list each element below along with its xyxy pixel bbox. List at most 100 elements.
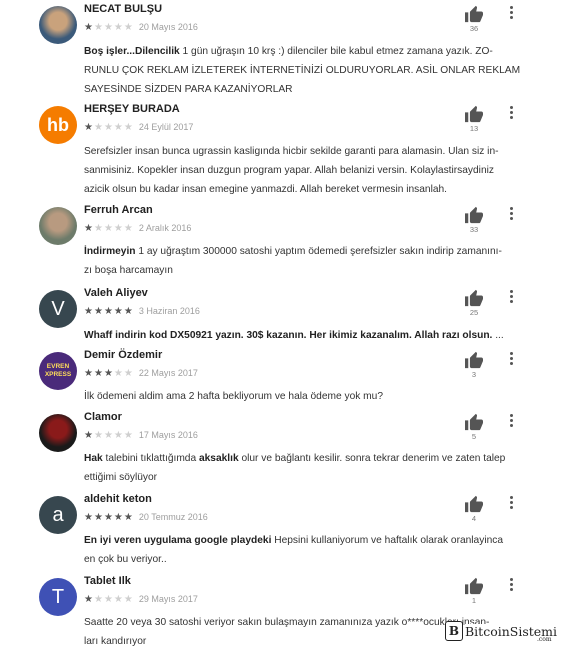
- review-item: T Tablet Ilk ★★★★★ 29 Mayıs 2017 Saatte 20 v…: [0, 574, 563, 654]
- star-icon: ★: [103, 430, 114, 441]
- review-item: a aldehit keton ★★★★★ 20 Temmuz 2016 En iyi …: [0, 492, 563, 572]
- review-text-segment: azicik olsun bu kadar insan emegine yanm…: [84, 184, 447, 195]
- more-options-icon[interactable]: [505, 414, 517, 430]
- watermark-logo-icon: B: [445, 621, 463, 641]
- more-options-icon[interactable]: [505, 578, 517, 594]
- review-text-line: zı boşa harcamayın: [84, 261, 534, 280]
- star-icon: ★: [123, 306, 134, 317]
- star-icon: ★: [123, 430, 134, 441]
- review-date: 17 Mayıs 2016: [138, 430, 198, 440]
- review-date: 20 Mayıs 2016: [138, 22, 198, 32]
- review-text: İlk ödemeni aldim ama 2 hafta bekliyorum…: [84, 387, 534, 406]
- like-count: 1: [471, 596, 477, 605]
- star-icon: ★: [123, 223, 134, 234]
- review-text-segment: RUNLU ÇOK REKLAM İZLETEREK İNTERNETİNİZİ…: [84, 65, 521, 76]
- star-icon: ★: [84, 368, 94, 379]
- review-text-line: En iyi veren uygulama google playdeki He…: [84, 531, 534, 550]
- avatar-initial: a: [52, 503, 64, 526]
- review-text-bold: Hak: [84, 453, 103, 464]
- review-meta: ★★★★★ 3 Haziran 2016: [84, 306, 200, 317]
- review-item: Ferruh Arcan ★★★★★ 2 Aralık 2016 İndirmeyin…: [0, 203, 563, 283]
- review-item: NECAT BULŞU ★★★★★ 20 Mayıs 2016 Boş işler..…: [0, 2, 563, 95]
- review-text-segment: ettiğimi söylüyor: [84, 472, 158, 483]
- thumbs-up-icon: [462, 206, 486, 224]
- review-text: Serefsizler insan bunca ugrassin kasligı…: [84, 142, 534, 199]
- star-rating: ★★★★★: [84, 512, 134, 523]
- more-options-icon[interactable]: [505, 496, 517, 512]
- thumbs-up-icon: [462, 351, 486, 369]
- avatar: [39, 414, 77, 452]
- star-rating: ★★★★★: [84, 368, 134, 379]
- review-text-segment: ...: [492, 330, 504, 341]
- review-text-bold: Boş işler...Dilencilik: [84, 46, 180, 57]
- star-icon: ★: [113, 594, 124, 605]
- more-options-icon[interactable]: [505, 290, 517, 306]
- review-date: 20 Temmuz 2016: [138, 512, 208, 522]
- star-icon: ★: [103, 306, 114, 317]
- reviews-list: NECAT BULŞU ★★★★★ 20 Mayıs 2016 Boş işler..…: [0, 0, 563, 655]
- star-icon: ★: [123, 122, 134, 133]
- reviewer-name: Valeh Aliyev: [84, 287, 148, 299]
- review-text-segment: Saatte 20 veya 30 satoshi veriyor sakın …: [84, 617, 490, 628]
- like-button[interactable]: 36: [462, 5, 486, 41]
- like-count: 5: [471, 432, 477, 441]
- review-text: Boş işler...Dilencilik 1 gün uğraşın 10 …: [84, 42, 534, 99]
- reviewer-name: Ferruh Arcan: [84, 204, 153, 216]
- star-icon: ★: [103, 122, 114, 133]
- star-rating: ★★★★★: [84, 223, 134, 234]
- avatar-initial: V: [51, 297, 65, 320]
- like-count: 25: [469, 308, 479, 317]
- review-date: 24 Eylül 2017: [138, 122, 194, 132]
- thumbs-up-icon: [462, 5, 486, 23]
- thumbs-up-icon: [462, 577, 486, 595]
- review-text: En iyi veren uygulama google playdeki He…: [84, 531, 534, 569]
- review-meta: ★★★★★ 20 Mayıs 2016: [84, 22, 198, 33]
- reviewer-name: Clamor: [84, 411, 122, 423]
- star-icon: ★: [103, 512, 114, 523]
- like-button[interactable]: 3: [462, 351, 486, 387]
- review-text-segment: Hepsini kullaniyorum ve haftalık olarak …: [271, 535, 504, 546]
- more-options-icon[interactable]: [505, 106, 517, 122]
- watermark-sub: .com: [537, 636, 552, 643]
- review-meta: ★★★★★ 24 Eylül 2017: [84, 122, 193, 133]
- review-text-segment: en çok bu veriyor..: [84, 554, 167, 565]
- like-button[interactable]: 13: [462, 105, 486, 141]
- review-date: 2 Aralık 2016: [138, 223, 192, 233]
- star-icon: ★: [84, 512, 94, 523]
- more-options-icon[interactable]: [505, 6, 517, 22]
- review-text-line: Hak talebini tıklattığımda aksaklık olur…: [84, 449, 534, 468]
- more-options-icon[interactable]: [505, 352, 517, 368]
- avatar: T: [39, 578, 77, 616]
- like-button[interactable]: 5: [462, 413, 486, 449]
- like-button[interactable]: 1: [462, 577, 486, 613]
- watermark: B BitcoinSistemi .com: [445, 620, 558, 643]
- reviewer-name: Tablet Ilk: [84, 575, 131, 587]
- review-text-bold: İndirmeyin: [84, 246, 136, 257]
- like-count: 33: [469, 225, 479, 234]
- star-icon: ★: [103, 223, 114, 234]
- more-options-icon[interactable]: [505, 207, 517, 223]
- avatar-logo-text: EVREN XPRESS: [44, 363, 72, 378]
- like-button[interactable]: 4: [462, 495, 486, 531]
- review-date: 3 Haziran 2016: [138, 306, 200, 316]
- review-text-segment: talebini tıklattığımda: [102, 453, 199, 464]
- star-icon: ★: [93, 306, 104, 317]
- star-icon: ★: [93, 594, 104, 605]
- avatar: [39, 6, 77, 44]
- star-icon: ★: [123, 368, 134, 379]
- like-button[interactable]: 25: [462, 289, 486, 325]
- star-icon: ★: [84, 22, 94, 33]
- review-text-line: en çok bu veriyor..: [84, 550, 534, 569]
- avatar-initial: T: [51, 585, 65, 608]
- like-button[interactable]: 33: [462, 206, 486, 242]
- avatar: V: [39, 290, 77, 328]
- star-icon: ★: [103, 368, 114, 379]
- star-icon: ★: [93, 122, 104, 133]
- avatar: hb: [39, 106, 77, 144]
- review-text-bold: En iyi veren uygulama google playdeki: [84, 535, 272, 546]
- review-text-segment: zı boşa harcamayın: [84, 265, 173, 276]
- review-date: 22 Mayıs 2017: [138, 368, 198, 378]
- star-icon: ★: [93, 512, 104, 523]
- review-meta: ★★★★★ 2 Aralık 2016: [84, 223, 191, 234]
- review-text-line: SAYESİNDE SİZDEN PARA KAZANİYORLAR: [84, 80, 534, 99]
